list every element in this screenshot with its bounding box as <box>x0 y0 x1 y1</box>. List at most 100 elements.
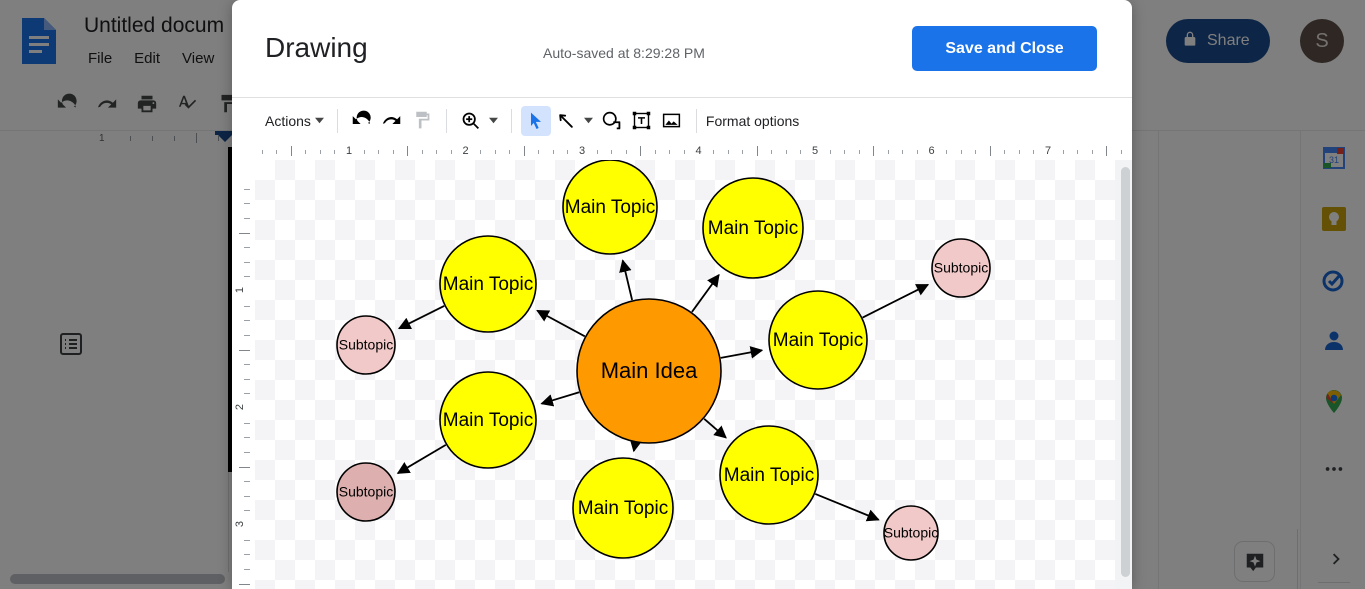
ruler-tick <box>553 150 554 154</box>
ruler-tick <box>276 150 277 154</box>
ruler-tick <box>1004 150 1005 154</box>
ruler-tick <box>669 150 670 154</box>
ruler-tick <box>567 150 568 154</box>
zoom-icon[interactable] <box>456 106 486 136</box>
ruler-tick <box>239 350 250 351</box>
drawing-toolbar: Actions <box>232 98 1132 144</box>
ruler-tick <box>626 150 627 154</box>
actions-menu-button[interactable]: Actions <box>265 113 328 129</box>
save-and-close-button[interactable]: Save and Close <box>912 26 1097 71</box>
select-tool-icon[interactable] <box>521 106 551 136</box>
mind-map-connector[interactable] <box>704 419 726 438</box>
ruler-tick <box>1121 150 1122 154</box>
toolbar-divider <box>511 109 512 133</box>
node-label: Subtopic <box>339 484 393 500</box>
ruler-tick <box>305 150 306 154</box>
ruler-number: 1 <box>234 287 246 293</box>
ruler-tick <box>495 150 496 154</box>
mind-map-node-main[interactable]: Main Topic <box>573 458 673 558</box>
ruler-tick <box>262 150 263 154</box>
text-box-icon[interactable] <box>627 106 657 136</box>
drawing-canvas[interactable]: Main Idea Main Topic Main Topic Main Topic M… <box>255 160 1115 589</box>
undo-icon[interactable] <box>347 106 377 136</box>
mind-map-node-center[interactable]: Main Idea <box>577 299 721 443</box>
drawing-canvas-wrapper: Main Idea Main Topic Main Topic Main Topic M… <box>255 160 1132 589</box>
mind-map-connector[interactable] <box>623 261 632 300</box>
line-dropdown-icon[interactable] <box>581 106 597 136</box>
format-options-button[interactable]: Format options <box>706 113 799 129</box>
mind-map-node-sub[interactable]: Subtopic <box>337 463 395 521</box>
node-label: Main Topic <box>724 465 814 486</box>
mind-map-node-main[interactable]: Main Topic <box>440 236 536 332</box>
ruler-tick <box>244 379 250 380</box>
drawing-dialog: Drawing Auto-saved at 8:29:28 PM Save an… <box>232 0 1132 589</box>
ruler-tick <box>830 150 831 154</box>
drawing-vertical-ruler[interactable]: 123 <box>232 160 256 589</box>
paint-format-icon[interactable] <box>407 106 437 136</box>
ruler-tick <box>451 150 452 154</box>
ruler-tick <box>1063 150 1064 154</box>
mind-map-connector[interactable] <box>692 275 719 312</box>
node-label: Subtopic <box>934 260 988 276</box>
drawing-dialog-header: Drawing Auto-saved at 8:29:28 PM Save an… <box>232 0 1132 98</box>
ruler-tick <box>946 150 947 154</box>
mind-map-node-main[interactable]: Main Topic <box>563 160 657 254</box>
ruler-tick <box>975 150 976 154</box>
ruler-tick <box>844 150 845 154</box>
mind-map-svg[interactable]: Main Idea Main Topic Main Topic Main Topic M… <box>255 160 1115 589</box>
ruler-number: 6 <box>928 145 934 157</box>
ruler-tick <box>239 584 250 585</box>
ruler-tick <box>1033 150 1034 154</box>
toolbar-divider <box>696 109 697 133</box>
ruler-tick <box>902 150 903 154</box>
mind-map-node-sub[interactable]: Subtopic <box>337 316 395 374</box>
line-tool-icon[interactable] <box>551 106 581 136</box>
ruler-number: 5 <box>812 145 818 157</box>
mind-map-connector[interactable] <box>398 445 446 473</box>
ruler-tick <box>244 335 250 336</box>
ruler-number: 4 <box>695 145 701 157</box>
ruler-tick <box>742 150 743 154</box>
mind-map-node-sub[interactable]: Subtopic <box>884 506 938 560</box>
mind-map-node-main[interactable]: Main Topic <box>720 426 818 524</box>
ruler-tick <box>538 150 539 154</box>
ruler-tick <box>728 150 729 154</box>
mind-map-connector[interactable] <box>863 285 928 318</box>
mind-map-connector[interactable] <box>399 306 444 329</box>
mind-map-node-main[interactable]: Main Topic <box>769 291 867 389</box>
ruler-tick <box>334 150 335 154</box>
drawing-dialog-title: Drawing <box>265 32 368 64</box>
mind-map-node-sub[interactable]: Subtopic <box>932 239 990 297</box>
actions-menu-label: Actions <box>265 113 311 129</box>
ruler-tick <box>524 146 525 156</box>
ruler-tick <box>771 150 772 154</box>
image-icon[interactable] <box>657 106 687 136</box>
redo-icon[interactable] <box>377 106 407 136</box>
mind-map-connector[interactable] <box>634 443 636 451</box>
zoom-dropdown-icon[interactable] <box>486 106 502 136</box>
toolbar-divider <box>337 109 338 133</box>
ruler-tick <box>244 189 250 190</box>
mind-map-connector[interactable] <box>542 392 580 403</box>
toolbar-divider <box>446 109 447 133</box>
ruler-tick <box>244 554 250 555</box>
ruler-tick <box>378 150 379 154</box>
mind-map-node-main[interactable]: Main Topic <box>440 372 536 468</box>
mind-map-nodes[interactable]: Main Idea Main Topic Main Topic Main Topic M… <box>337 160 990 560</box>
mind-map-connector[interactable] <box>721 350 762 358</box>
ruler-corner <box>232 143 256 161</box>
ruler-number: 1 <box>346 145 352 157</box>
ruler-tick <box>1019 150 1020 154</box>
ruler-tick <box>244 320 250 321</box>
ruler-tick <box>436 150 437 154</box>
ruler-tick <box>786 150 787 154</box>
mind-map-connector[interactable] <box>537 311 585 337</box>
ruler-tick <box>800 150 801 154</box>
mind-map-connector[interactable] <box>815 494 878 520</box>
ruler-tick <box>509 150 510 154</box>
canvas-scrollbar-thumb[interactable] <box>1121 167 1130 577</box>
mind-map-node-main[interactable]: Main Topic <box>703 178 803 278</box>
shape-tool-icon[interactable] <box>597 106 627 136</box>
ruler-tick <box>244 496 250 497</box>
drawing-horizontal-ruler[interactable]: 1234567 <box>255 143 1132 161</box>
